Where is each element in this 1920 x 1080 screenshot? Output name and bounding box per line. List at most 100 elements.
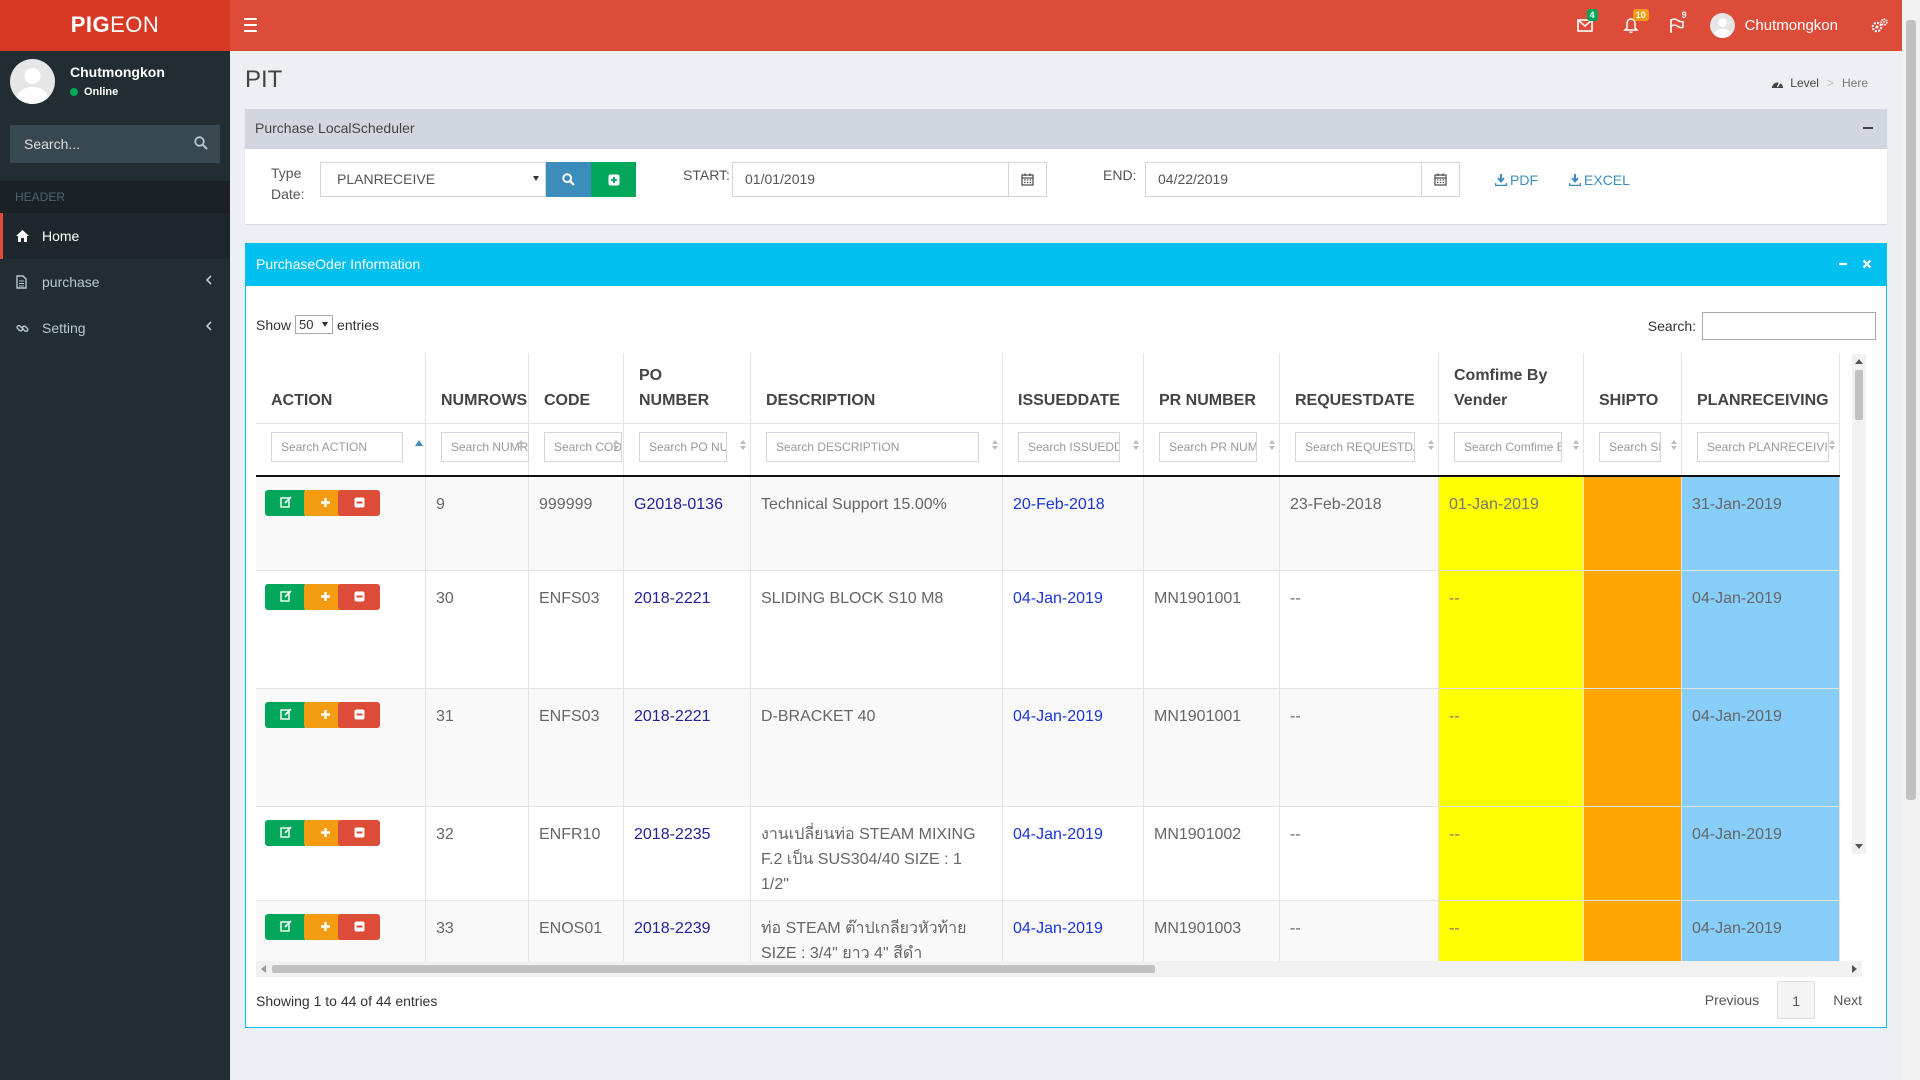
edit-button[interactable] (265, 584, 307, 610)
user-menu[interactable]: Chutmongkon (1700, 0, 1856, 51)
filter-input-shipto[interactable] (1599, 432, 1661, 462)
home-icon (16, 230, 29, 242)
sort-both-icon[interactable] (1269, 440, 1275, 450)
table-vertical-scrollbar[interactable] (1852, 354, 1866, 854)
cell-requestdate: -- (1280, 571, 1439, 689)
cell-text: ท่อ STEAM ต๊าปเกลียวหัวท้าย SIZE : 3/4" … (761, 920, 967, 962)
collapse-minus-icon[interactable] (1838, 244, 1848, 284)
sort-both-icon[interactable] (992, 440, 998, 450)
column-header-pr-number[interactable]: PR NUMBER (1144, 353, 1280, 423)
sort-both-icon[interactable] (1829, 440, 1835, 450)
entries-length-select[interactable]: 50 (295, 315, 334, 334)
sort-both-icon[interactable] (740, 440, 746, 450)
end-date-input[interactable]: 04/22/2019 (1145, 162, 1460, 197)
collapse-minus-icon[interactable] (1863, 127, 1873, 129)
edit-button[interactable] (265, 490, 307, 516)
column-header-planreceiving[interactable]: PLANRECEIVING (1682, 353, 1840, 423)
filter-input-requestdate[interactable] (1295, 432, 1415, 462)
delete-button[interactable] (338, 820, 380, 846)
filter-input-code[interactable] (544, 432, 622, 462)
cell-text: D-BRACKET 40 (761, 708, 876, 725)
cell-description: SLIDING BLOCK S10 M8 (751, 571, 1003, 689)
sidebar-item-setting[interactable]: Setting (0, 305, 230, 351)
column-filter-description (751, 423, 1003, 475)
excel-download-link[interactable]: EXCEL (1569, 172, 1630, 188)
cell-code: ENFS03 (529, 689, 624, 807)
cell-po-number[interactable]: 2018-2235 (624, 807, 751, 901)
sort-both-icon[interactable] (1573, 440, 1579, 450)
filter-input-pr-number[interactable] (1159, 432, 1257, 462)
table-horizontal-scrollbar[interactable] (256, 961, 1862, 977)
delete-button[interactable] (338, 702, 380, 728)
page-scrollbar[interactable] (1902, 0, 1920, 1080)
edit-button[interactable] (265, 820, 307, 846)
column-header-action[interactable]: ACTION (256, 353, 426, 423)
column-header-po-number[interactable]: PO NUMBER (624, 353, 751, 423)
entries-label: entries (337, 316, 380, 333)
cell-text: -- (1449, 826, 1460, 843)
page-1-button[interactable]: 1 (1777, 981, 1816, 1019)
column-header-shipto[interactable]: SHIPTO (1584, 353, 1682, 423)
column-header-description[interactable]: DESCRIPTION (751, 353, 1003, 423)
column-header-confirm-by-vender[interactable]: Comfime By Vender (1439, 353, 1584, 423)
cell-po-number[interactable]: 2018-2221 (624, 571, 751, 689)
breadcrumb-level[interactable]: Level (1790, 76, 1819, 90)
column-header-issueddate[interactable]: ISSUEDDATE (1003, 353, 1144, 423)
sidebar-search-input[interactable] (10, 125, 220, 163)
cell-po-number[interactable]: G2018-0136 (624, 477, 751, 571)
cell-text: -- (1449, 590, 1460, 607)
row-actions (256, 807, 426, 901)
delete-button[interactable] (338, 914, 380, 940)
cell-text: 04-Jan-2019 (1013, 920, 1103, 937)
sort-both-icon[interactable] (613, 440, 619, 450)
edit-button[interactable] (265, 702, 307, 728)
cell-text: -- (1449, 920, 1460, 937)
filter-input-action[interactable] (271, 432, 403, 462)
sort-both-icon[interactable] (1428, 440, 1434, 450)
sort-both-icon[interactable] (1133, 440, 1139, 450)
sort-asc-icon[interactable] (415, 440, 423, 446)
sidebar-item-home[interactable]: Home (0, 213, 230, 259)
plus-square-icon (608, 174, 619, 185)
filter-input-confirm-by-vender[interactable] (1454, 432, 1562, 462)
edit-button[interactable] (265, 914, 307, 940)
column-header-numrows[interactable]: NUMROWS (426, 353, 529, 423)
search-icon[interactable] (194, 136, 208, 150)
delete-button[interactable] (338, 584, 380, 610)
filter-input-description[interactable] (766, 432, 979, 462)
pdf-download-link[interactable]: PDF (1495, 172, 1538, 188)
sidebar-item-purchase[interactable]: purchase (0, 259, 230, 305)
control-sidebar-button[interactable] (1856, 0, 1902, 51)
calendar-icon[interactable] (1421, 163, 1459, 196)
filter-input-numrows[interactable] (441, 432, 529, 462)
page-title: PIT (245, 66, 283, 93)
messages-button[interactable]: 4 (1562, 0, 1608, 51)
cell-code: ENFS03 (529, 571, 624, 689)
tasks-button[interactable]: 9 (1654, 0, 1700, 51)
delete-button[interactable] (338, 490, 380, 516)
previous-page-button[interactable]: Previous (1691, 983, 1773, 1017)
search-button[interactable] (546, 162, 591, 197)
caret-down-icon (322, 322, 329, 327)
sidebar-toggle-icon[interactable] (240, 14, 264, 38)
start-date-input[interactable]: 01/01/2019 (732, 162, 1047, 197)
filter-input-po-number[interactable] (639, 432, 727, 462)
add-button[interactable] (591, 162, 636, 197)
next-page-button[interactable]: Next (1819, 983, 1876, 1017)
cell-pr-number: MN1901001 (1144, 571, 1280, 689)
notifications-button[interactable]: 10 (1608, 0, 1654, 51)
type-date-select[interactable]: PLANRECEIVE (320, 162, 546, 197)
column-header-code[interactable]: CODE (529, 353, 624, 423)
filter-input-planreceiving[interactable] (1697, 432, 1829, 462)
calendar-icon[interactable] (1008, 163, 1046, 196)
table-search-input[interactable] (1702, 312, 1876, 340)
column-filter-po-number (624, 423, 751, 475)
column-header-requestdate[interactable]: REQUESTDATE (1280, 353, 1439, 423)
row-actions (256, 571, 426, 689)
app-logo[interactable]: PIGEON (0, 0, 230, 51)
filter-input-issueddate[interactable] (1018, 432, 1120, 462)
sort-both-icon[interactable] (1671, 440, 1677, 450)
sort-both-icon[interactable] (518, 440, 524, 450)
close-icon[interactable] (1862, 244, 1872, 284)
cell-po-number[interactable]: 2018-2221 (624, 689, 751, 807)
